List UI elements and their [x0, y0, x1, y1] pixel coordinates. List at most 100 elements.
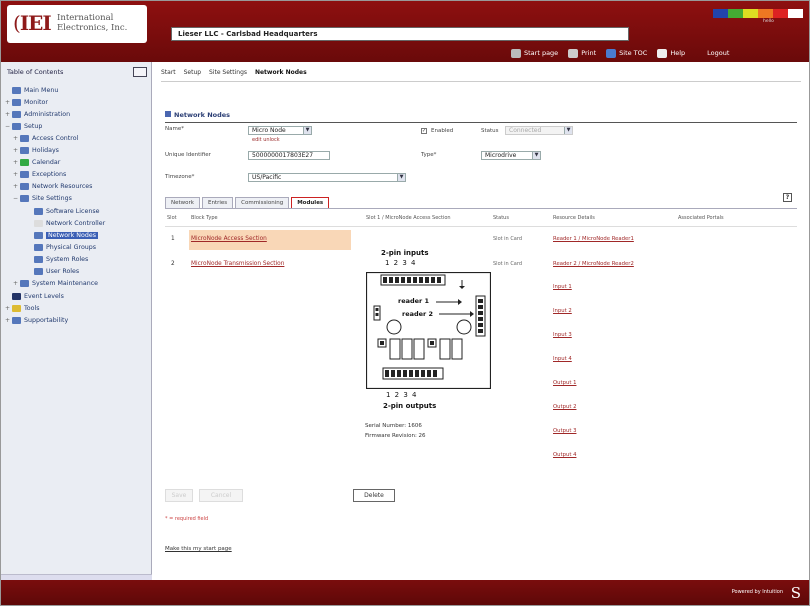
- expand-icon[interactable]: +: [13, 147, 20, 154]
- print-button[interactable]: Print: [568, 48, 596, 58]
- status-label: Status: [481, 128, 499, 134]
- timezone-select[interactable]: US/Pacific ▼: [248, 173, 406, 182]
- sidebar-item-system-roles[interactable]: System Roles: [27, 253, 88, 265]
- sidebar-item-label: Monitor: [24, 98, 48, 106]
- required-field-note: * = required field: [165, 516, 209, 522]
- row-1-resource-link[interactable]: Reader 1 / MicroNode Reader1: [553, 236, 634, 242]
- sidebar-item-holidays[interactable]: + Holidays: [13, 144, 59, 156]
- save-button[interactable]: Save: [165, 489, 193, 502]
- controller-icon: [34, 219, 43, 227]
- sidebar-item-exceptions[interactable]: + Exceptions: [13, 168, 66, 180]
- sidebar: Table of Contents Main Menu + Monitor + Admi…: [1, 62, 152, 580]
- sidebar-item-setup[interactable]: − Setup: [5, 120, 42, 132]
- resource-link-input-2[interactable]: Input 2: [553, 308, 572, 314]
- sidebar-item-main-menu[interactable]: Main Menu: [5, 84, 58, 96]
- tab-divider: [165, 208, 797, 209]
- row-2-resource-link[interactable]: Reader 2 / MicroNode Reader2: [553, 261, 634, 267]
- sidebar-item-monitor[interactable]: + Monitor: [5, 96, 48, 108]
- sidebar-item-network-resources[interactable]: + Network Resources: [13, 180, 92, 192]
- site-toc-button[interactable]: Site TOC: [606, 48, 647, 58]
- sitemap-icon: [606, 48, 617, 58]
- sidebar-item-administration[interactable]: + Administration: [5, 108, 70, 120]
- enabled-checkbox[interactable]: ✓: [421, 128, 427, 134]
- expand-icon[interactable]: +: [5, 111, 12, 118]
- expand-icon[interactable]: +: [5, 99, 12, 106]
- collapse-icon[interactable]: −: [13, 195, 20, 202]
- start-page-button[interactable]: Start page: [511, 48, 558, 58]
- cancel-button[interactable]: Cancel: [199, 489, 243, 502]
- chevron-down-icon: ▼: [564, 127, 572, 134]
- unique-id-label: Unique Identifier: [165, 152, 211, 158]
- col-header-resource: Resource Details: [553, 215, 595, 221]
- sidebar-item-label: Setup: [24, 122, 43, 130]
- row-1-slot: 1: [171, 236, 175, 242]
- sidebar-item-label: Exceptions: [32, 170, 67, 178]
- network-icon: [20, 182, 29, 190]
- delete-button[interactable]: Delete: [353, 489, 395, 502]
- resource-link-input-4[interactable]: Input 4: [553, 356, 572, 362]
- expand-icon[interactable]: +: [5, 305, 12, 312]
- sidebar-item-site-settings[interactable]: − Site Settings: [13, 192, 72, 204]
- status-field: Connected ▼: [505, 126, 573, 135]
- sidebar-item-label: Main Menu: [24, 86, 59, 94]
- col-header-portals: Associated Portals: [678, 215, 724, 221]
- sidebar-item-supportability[interactable]: + Supportability: [5, 314, 68, 326]
- expand-icon[interactable]: +: [13, 280, 20, 287]
- monitor-icon: [12, 98, 21, 106]
- sidebar-item-network-nodes[interactable]: Network Nodes: [27, 229, 99, 241]
- logout-button[interactable]: Logout: [707, 49, 729, 57]
- row-1-type-link[interactable]: MicroNode Access Section: [191, 236, 267, 242]
- resource-link-output-2[interactable]: Output 2: [553, 404, 576, 410]
- sidebar-item-label: Tools: [24, 304, 40, 312]
- sidebar-item-calendar[interactable]: + Calendar: [13, 156, 60, 168]
- sidebar-item-event-levels[interactable]: Event Levels: [5, 290, 64, 302]
- name-field[interactable]: Micro Node ▼: [248, 126, 312, 135]
- resource-link-output-3[interactable]: Output 3: [553, 428, 576, 434]
- resource-link-output-4[interactable]: Output 4: [553, 452, 576, 458]
- node-icon: [34, 231, 43, 239]
- breadcrumb-site-settings[interactable]: Site Settings: [209, 69, 247, 76]
- expand-icon[interactable]: +: [13, 135, 20, 142]
- type-select[interactable]: Microdrive ▼: [481, 151, 541, 160]
- enabled-label: Enabled: [431, 128, 454, 134]
- unique-id-field[interactable]: 5000000017803E27: [248, 151, 330, 160]
- resource-link-output-1[interactable]: Output 1: [553, 380, 576, 386]
- support-icon: [12, 316, 21, 324]
- breadcrumb-setup[interactable]: Setup: [184, 69, 201, 76]
- sidebar-item-physical-groups[interactable]: Physical Groups: [27, 241, 96, 253]
- timezone-label: Timezone*: [165, 174, 195, 180]
- expand-icon[interactable]: +: [13, 171, 20, 178]
- help-icon: [657, 48, 668, 58]
- sidebar-item-network-controller[interactable]: Network Controller: [27, 217, 105, 229]
- collapse-icon[interactable]: −: [5, 123, 12, 130]
- sidebar-item-system-maintenance[interactable]: + System Maintenance: [13, 277, 98, 289]
- sidebar-pin-button[interactable]: [133, 67, 147, 77]
- sidebar-item-access-control[interactable]: + Access Control: [13, 132, 78, 144]
- calendar-icon: [20, 158, 29, 166]
- sidebar-item-label: Event Levels: [24, 292, 64, 300]
- help-button[interactable]: Help: [657, 48, 685, 58]
- row-2-type-link[interactable]: MicroNode Transmission Section: [191, 261, 284, 267]
- expand-icon[interactable]: +: [13, 159, 20, 166]
- diagram-bottom-caption: 2-pin outputs: [383, 402, 437, 410]
- calendar-icon: [20, 146, 29, 154]
- maintenance-icon: [20, 279, 29, 287]
- help-icon[interactable]: ?: [783, 193, 792, 202]
- header-bar: (IEI International Electronics, Inc. Lie…: [1, 1, 809, 62]
- make-start-page-link[interactable]: Make this my start page: [165, 546, 232, 552]
- sidebar-item-label: Site Settings: [32, 194, 72, 202]
- name-edit-link[interactable]: edit unlock: [252, 137, 280, 143]
- diagram-reader-2-label: reader 2: [402, 310, 434, 318]
- title-divider: [165, 122, 797, 123]
- resource-link-input-3[interactable]: Input 3: [553, 332, 572, 338]
- sidebar-item-label: Network Resources: [32, 182, 93, 190]
- sidebar-item-tools[interactable]: + Tools: [5, 302, 40, 314]
- expand-icon[interactable]: +: [5, 317, 12, 324]
- sidebar-item-software-license[interactable]: Software License: [27, 205, 100, 217]
- group-icon: [34, 243, 43, 251]
- sidebar-item-user-roles[interactable]: User Roles: [27, 265, 79, 277]
- expand-icon[interactable]: +: [13, 183, 20, 190]
- home-icon: [511, 48, 521, 58]
- breadcrumb-start[interactable]: Start: [161, 69, 176, 76]
- resource-link-input-1[interactable]: Input 1: [553, 284, 572, 290]
